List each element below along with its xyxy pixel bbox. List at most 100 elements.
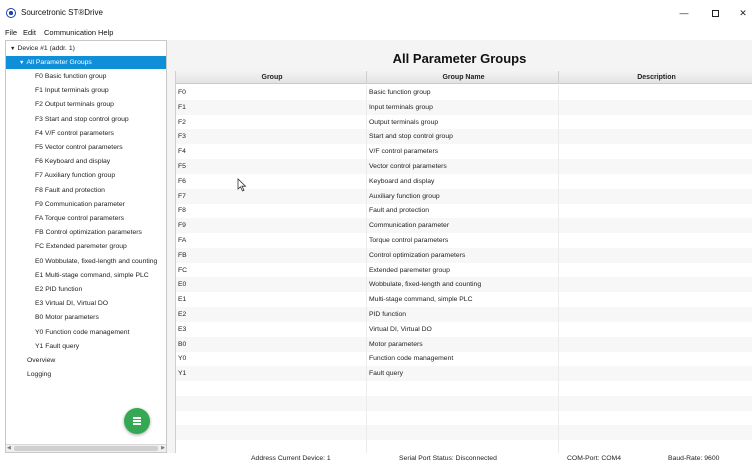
cell-group-name: Start and stop control group xyxy=(367,129,559,145)
cell-description xyxy=(559,174,752,189)
table-row[interactable]: E0 Wobbulate, fixed-length and counting xyxy=(176,277,752,293)
cell-group-name: Vector control parameters xyxy=(367,159,559,174)
cell-group-name: Virtual DI, Virtual DO xyxy=(367,321,559,337)
tree-group-item[interactable]: Y1 Fault query xyxy=(35,340,79,353)
table-row[interactable]: E3 Virtual DI, Virtual DO xyxy=(176,321,752,337)
tree-group-item[interactable]: FC Extended paremeter group xyxy=(35,240,127,253)
tree-group-item[interactable]: F7 Auxiliary function group xyxy=(35,169,115,182)
column-header-group[interactable]: Group xyxy=(176,71,367,84)
window-title: Sourcetronic ST®Drive xyxy=(21,8,103,17)
cell-group: Y0 xyxy=(176,351,367,367)
cell-description xyxy=(559,189,752,204)
table-row[interactable]: Y0 Function code management xyxy=(176,351,752,367)
cell-group: E0 xyxy=(176,277,367,293)
tree-group-item[interactable]: FA Torque control parameters xyxy=(35,212,124,225)
tree-group-item[interactable]: F6 Keyboard and display xyxy=(35,155,110,168)
table-row[interactable]: F3 Start and stop control group xyxy=(176,129,752,145)
cell-group: F3 xyxy=(176,129,367,145)
status-bar: Address Current Device: 1 Serial Port St… xyxy=(0,453,752,467)
tree-group-item[interactable]: F5 Vector control parameters xyxy=(35,141,123,154)
table-row[interactable]: E1 Multi-stage command, simple PLC xyxy=(176,292,752,308)
tree-group-item[interactable]: F9 Communication parameter xyxy=(35,198,125,211)
tree-all-parameter-groups[interactable]: ▼ All Parameter Groups xyxy=(6,56,166,69)
table-row[interactable]: F6 Keyboard and display xyxy=(176,173,752,189)
menu-help[interactable]: Help xyxy=(98,28,113,37)
table-row[interactable]: E2 PID function xyxy=(176,307,752,322)
cell-group-name: PID function xyxy=(367,307,559,322)
table-row[interactable]: F0 Basic function group xyxy=(176,85,752,100)
table-row[interactable]: F8 Fault and protection xyxy=(176,203,752,219)
cell-description xyxy=(559,129,752,144)
main-panel: All Parameter Groups Group Group Name De… xyxy=(167,40,752,467)
cell-description xyxy=(559,277,752,292)
cell-description xyxy=(559,144,752,159)
tree-group-item[interactable]: F3 Start and stop control group xyxy=(35,113,129,126)
table-row[interactable]: FC Extended paremeter group xyxy=(176,262,752,278)
table-row[interactable]: F2 Output terminals group xyxy=(176,114,752,130)
cell-group-name: Basic function group xyxy=(367,85,559,100)
tree-group-item[interactable]: FB Control optimization parameters xyxy=(35,226,142,239)
cell-group-name xyxy=(367,410,559,426)
tree-group-item[interactable]: F1 Input terminals group xyxy=(35,84,109,97)
column-header-group-name[interactable]: Group Name xyxy=(367,71,559,84)
table-row[interactable]: F5 Vector control parameters xyxy=(176,159,752,174)
table-row[interactable]: B0 Motor parameters xyxy=(176,336,752,352)
close-button[interactable]: ✕ xyxy=(731,5,752,21)
cell-description xyxy=(559,322,752,337)
tree-group-item[interactable]: F0 Basic function group xyxy=(35,70,106,83)
app-logo-icon xyxy=(6,8,16,18)
tree-overview[interactable]: Overview xyxy=(27,354,55,367)
horizontal-scrollbar[interactable]: ◀ ▶ xyxy=(6,444,166,452)
tree-group-item[interactable]: E0 Wobbulate, fixed-length and counting xyxy=(35,255,157,268)
cell-group-name: Multi-stage command, simple PLC xyxy=(367,292,559,308)
menu-communication[interactable]: Communication xyxy=(44,28,96,37)
cell-description xyxy=(559,263,752,278)
maximize-button[interactable] xyxy=(703,5,727,21)
tree-group-item[interactable]: F2 Output terminals group xyxy=(35,98,114,111)
cell-description xyxy=(559,248,752,263)
menu-file[interactable]: File xyxy=(5,28,17,37)
expand-arrow-icon[interactable]: ▼ xyxy=(10,46,15,52)
table-row[interactable]: F1 Input terminals group xyxy=(176,99,752,115)
mouse-cursor-icon xyxy=(237,178,247,192)
cell-group-name: Control optimization parameters xyxy=(367,247,559,263)
tree-logging[interactable]: Logging xyxy=(27,368,51,381)
expand-arrow-icon[interactable]: ▼ xyxy=(6,60,24,66)
table-row[interactable] xyxy=(176,410,752,426)
parameter-tree[interactable]: ▼ Device #1 (addr. 1) ▼ All Parameter Grou… xyxy=(5,40,167,453)
tree-device-node[interactable]: ▼ Device #1 (addr. 1) xyxy=(10,42,75,55)
table-row[interactable] xyxy=(176,425,752,441)
table-row[interactable]: F9 Communication parameter xyxy=(176,218,752,234)
scroll-left-icon[interactable]: ◀ xyxy=(7,445,11,452)
scroll-right-icon[interactable]: ▶ xyxy=(161,445,165,452)
cell-group-name: Output terminals group xyxy=(367,114,559,130)
table-row[interactable]: F4 V/F control parameters xyxy=(176,144,752,160)
cell-description xyxy=(559,425,752,440)
tree-group-item[interactable]: E1 Multi-stage command, simple PLC xyxy=(35,269,149,282)
table-row[interactable]: FB Control optimization parameters xyxy=(176,247,752,263)
table-row[interactable] xyxy=(176,381,752,396)
table-row[interactable]: Y1 Fault query xyxy=(176,366,752,382)
tree-group-item[interactable]: F8 Fault and protection xyxy=(35,184,105,197)
scrollbar-thumb[interactable] xyxy=(14,446,158,451)
column-header-description[interactable]: Description xyxy=(559,71,752,84)
menu-bar: File Edit Communication Help xyxy=(0,27,752,40)
status-baud-rate: Baud-Rate: 9600 xyxy=(668,455,720,462)
tree-group-item[interactable]: E3 Virtual DI, Virtual DO xyxy=(35,297,108,310)
menu-edit[interactable]: Edit xyxy=(23,28,36,37)
table-row[interactable] xyxy=(176,395,752,411)
fab-menu-button[interactable] xyxy=(124,408,150,434)
tree-group-item[interactable]: B0 Motor parameters xyxy=(35,311,99,324)
title-bar: Sourcetronic ST®Drive — ✕ xyxy=(0,0,752,27)
table-row[interactable]: FA Torque control parameters xyxy=(176,233,752,248)
table-row[interactable]: F7 Auxiliary function group xyxy=(176,188,752,204)
cell-description xyxy=(559,366,752,381)
cell-group: Y1 xyxy=(176,366,367,382)
cell-group: F0 xyxy=(176,85,367,100)
minimize-button[interactable]: — xyxy=(672,5,696,21)
cell-group: F4 xyxy=(176,144,367,160)
tree-group-item[interactable]: Y0 Function code management xyxy=(35,326,129,339)
tree-group-item[interactable]: F4 V/F control parameters xyxy=(35,127,114,140)
cell-group: E2 xyxy=(176,307,367,322)
tree-group-item[interactable]: E2 PID function xyxy=(35,283,82,296)
